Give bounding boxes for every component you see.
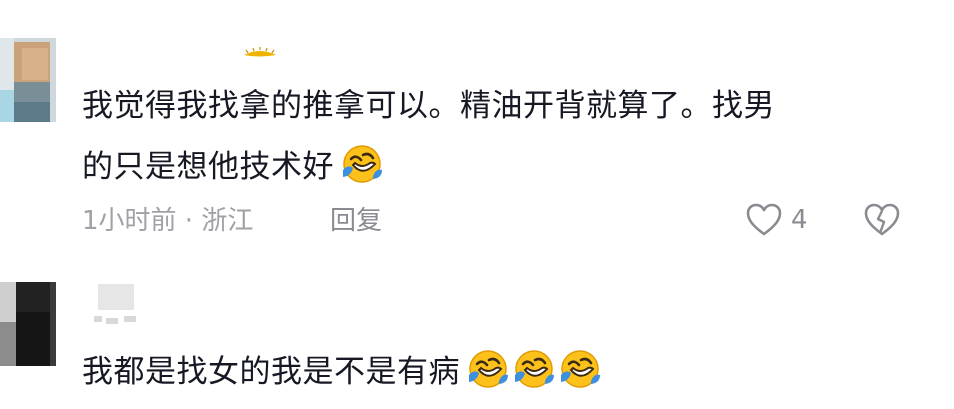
comment-line: 我觉得我找拿的推拿可以。精油开背就算了。找男 [82,88,775,124]
reply-button[interactable]: 回复 [330,200,382,237]
rofl-emoji-icon [340,142,384,186]
dislike-button[interactable] [862,202,902,238]
like-count: 4 [791,205,808,235]
comment-line-wrap: 的只是想他技术好 [82,137,775,198]
comment-line: 的只是想他技术好 [82,149,334,185]
avatar[interactable] [0,282,56,366]
rofl-emoji-icon [466,347,510,391]
comment-time-location: 1小时前 · 浙江 [82,206,254,236]
username-redacted[interactable] [238,46,282,60]
heart-icon [746,203,782,236]
avatar[interactable] [0,38,56,122]
comment-text: 我都是找女的我是不是有病 [82,342,602,403]
rofl-emoji-icon [558,347,602,391]
comment-text: 我觉得我找拿的推拿可以。精油开背就算了。找男 的只是想他技术好 [82,76,775,198]
broken-heart-icon [864,203,900,236]
comment-line: 我都是找女的我是不是有病 [82,354,460,390]
username-redacted[interactable] [90,284,138,328]
like-button[interactable]: 4 [745,200,808,240]
rofl-emoji-icon [512,347,556,391]
